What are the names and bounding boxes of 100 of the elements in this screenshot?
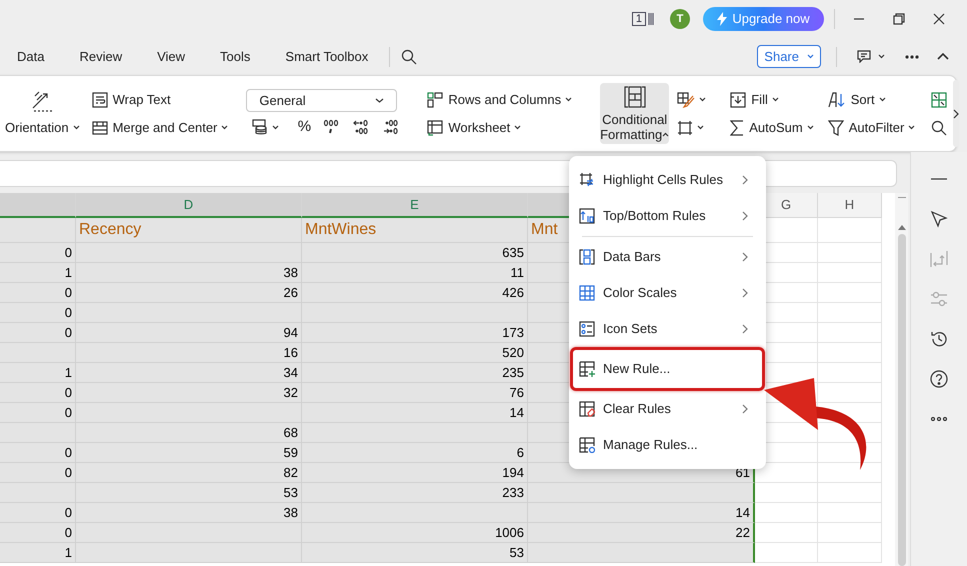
- table-cell: 0: [0, 383, 76, 403]
- menu-item[interactable]: Color Scales: [569, 275, 766, 311]
- caret-icon: [221, 125, 228, 130]
- table-cell: 82: [76, 463, 302, 483]
- table-cell: [818, 263, 882, 283]
- menu-tab[interactable]: Smart Toolbox: [273, 42, 380, 70]
- lightning-icon: [717, 12, 728, 26]
- window-count-button[interactable]: 1: [632, 12, 654, 26]
- table-cell: [818, 503, 882, 523]
- ribbon-scroll-button[interactable]: [953, 80, 960, 147]
- close-icon: [933, 13, 945, 25]
- menu-tab[interactable]: Review: [67, 42, 134, 70]
- number-format-dropdown[interactable]: General: [246, 88, 398, 112]
- scroll-up-icon[interactable]: [898, 224, 906, 230]
- table-cell: 0: [0, 243, 76, 263]
- table-cell: 59: [76, 443, 302, 463]
- fill-button[interactable]: Fill: [728, 88, 816, 112]
- wrap-text-button[interactable]: Wrap Text: [90, 88, 230, 112]
- column-header[interactable]: [0, 193, 76, 218]
- rule-icon: [579, 401, 595, 417]
- caret-icon: [72, 125, 80, 130]
- vertical-scrollbar[interactable]: [895, 193, 908, 566]
- rule-icon: [579, 437, 595, 453]
- table-cell: [818, 243, 882, 263]
- table-cell: 0: [0, 443, 76, 463]
- table-cell: 53: [76, 483, 302, 503]
- conditional-formatting-button[interactable]: Conditional Formatting: [600, 83, 670, 144]
- table-cell: [818, 343, 882, 363]
- menu-item[interactable]: New Rule...: [570, 347, 765, 391]
- restore-icon: [893, 13, 905, 25]
- table-cell: 635: [302, 243, 528, 263]
- table-cell: 426: [302, 283, 528, 303]
- chevron-right-icon: [742, 211, 748, 221]
- freeze-grid-icon: [931, 92, 948, 108]
- table-cell: [818, 218, 882, 243]
- rule-icon: [579, 172, 595, 188]
- worksheet-button[interactable]: Worksheet: [425, 116, 574, 140]
- menu-tab[interactable]: Data: [5, 42, 56, 70]
- table-cell: 0: [0, 503, 76, 523]
- table-cell: 76: [302, 383, 528, 403]
- table-cell: [818, 363, 882, 383]
- chevron-up-icon: [937, 53, 949, 60]
- percent-button[interactable]: %: [293, 116, 316, 138]
- comment-button[interactable]: [857, 50, 885, 63]
- column-header[interactable]: H: [818, 193, 882, 218]
- column-header[interactable]: E: [302, 193, 528, 218]
- merge-and-center-button[interactable]: Merge and Center: [90, 116, 230, 140]
- chevron-right-icon: [742, 252, 748, 262]
- rule-icon: [579, 249, 595, 265]
- table-cell: [755, 483, 818, 503]
- help-button[interactable]: [930, 368, 948, 389]
- table-cell: 14: [528, 503, 755, 523]
- table-cell: 233: [302, 483, 528, 503]
- currency-button[interactable]: [252, 119, 280, 135]
- caret-icon: [878, 54, 885, 59]
- select-button[interactable]: [930, 208, 948, 229]
- table-cell: 1: [0, 543, 76, 563]
- table-cell: 22: [528, 523, 755, 543]
- comment-icon: [857, 50, 871, 63]
- worksheet-icon: [427, 120, 444, 136]
- table-cell: 173: [302, 323, 528, 343]
- table-cell: [818, 323, 882, 343]
- table-cell: 38: [76, 263, 302, 283]
- more-icon: [905, 54, 919, 58]
- table-cell: [755, 503, 818, 523]
- menu-tab[interactable]: View: [145, 42, 198, 70]
- autosum-button[interactable]: AutoSum: [728, 116, 816, 140]
- caret-icon: [806, 125, 814, 130]
- table-cell: [818, 383, 882, 403]
- caret-icon: [908, 125, 916, 130]
- caret-icon: [662, 132, 670, 136]
- sliders-icon: [930, 290, 948, 308]
- menu-item[interactable]: Manage Rules...: [569, 427, 766, 463]
- sort-button[interactable]: Sort: [826, 88, 918, 112]
- caret-icon: [272, 124, 280, 130]
- table-brush-icon: [677, 92, 696, 108]
- filter-icon: [828, 120, 844, 136]
- caret-icon: [878, 97, 886, 102]
- swap-icon: [930, 250, 948, 268]
- menu-item[interactable]: Icon Sets: [569, 311, 766, 347]
- chevron-right-icon: [742, 324, 748, 334]
- more-icon: [931, 416, 947, 420]
- column-header[interactable]: D: [76, 193, 302, 218]
- merge-icon: [92, 120, 108, 134]
- rows-and-columns-button[interactable]: Rows and Columns: [425, 88, 574, 112]
- cursor-icon: [930, 210, 948, 228]
- autofilter-button[interactable]: AutoFilter: [826, 116, 918, 140]
- table-cell: 194: [302, 463, 528, 483]
- upgrade-button[interactable]: Upgrade now: [703, 7, 824, 31]
- menu-tab[interactable]: Tools: [208, 42, 262, 70]
- menu-item[interactable]: Clear Rules: [569, 391, 766, 427]
- orientation-button[interactable]: Orientation: [3, 116, 82, 140]
- rule-icon: [579, 285, 595, 301]
- table-cell: 0: [0, 303, 76, 323]
- search-icon: [401, 48, 418, 64]
- table-cell: 0: [0, 463, 76, 483]
- sort-icon: [828, 92, 846, 108]
- table-cell: 6: [302, 443, 528, 463]
- window-count: 1: [632, 12, 646, 26]
- share-button[interactable]: Share: [757, 45, 821, 68]
